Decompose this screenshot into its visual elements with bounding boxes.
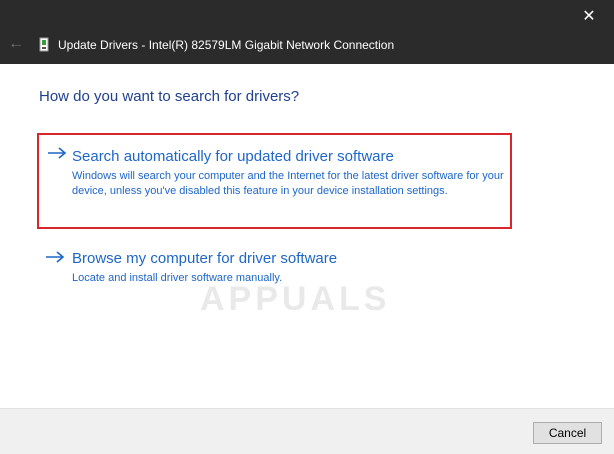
close-icon: ✕ <box>582 8 596 25</box>
back-button[interactable]: ← <box>8 36 24 52</box>
close-button[interactable]: ✕ <box>578 6 600 28</box>
option-description: Windows will search your computer and th… <box>72 170 504 197</box>
option-title: Browse my computer for driver software <box>72 250 338 267</box>
window-title: Update Drivers - Intel(R) 82579LM Gigabi… <box>58 38 395 52</box>
dialog-content: How do you want to search for drivers? S… <box>0 64 614 408</box>
search-automatically-option[interactable]: Search automatically for updated driver … <box>37 133 512 229</box>
cancel-button[interactable]: Cancel <box>533 422 602 444</box>
arrow-right-icon <box>48 147 67 159</box>
footer: Cancel <box>0 408 614 454</box>
browse-computer-option[interactable]: Browse my computer for driver software L… <box>37 244 512 294</box>
option-description: Locate and install driver software manua… <box>72 272 283 284</box>
back-arrow-icon: ← <box>8 35 24 52</box>
arrow-right-icon <box>46 251 65 263</box>
network-adapter-icon <box>39 37 49 52</box>
option-title: Search automatically for updated driver … <box>72 148 394 165</box>
title-bar: ✕ ← Update Drivers - Intel(R) 82579LM Gi… <box>0 0 614 64</box>
page-title: How do you want to search for drivers? <box>39 88 300 105</box>
